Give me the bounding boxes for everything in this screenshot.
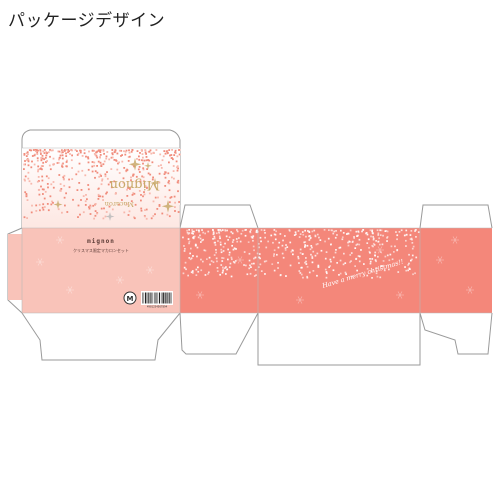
side-bottom-cutline (257, 313, 421, 366)
right-top-cutline (419, 204, 493, 229)
glue-flap (8, 234, 22, 300)
front-tagline-text: クリスマス限定マカロンセット (73, 247, 129, 253)
right-bottom-cutline (419, 312, 493, 355)
recycle-logo-icon: M (123, 291, 137, 305)
barcode-digits: 4901234567894 (147, 305, 168, 309)
lid-brand-text: Mignon (109, 177, 160, 192)
package-dieline: Mignon Macaron mignon クリスマス限定マカロンセット M 4… (7, 129, 493, 366)
bottom-left-cutline (21, 312, 181, 361)
lid-sub-text: Macaron (105, 200, 134, 208)
mid-bottom-cutline (179, 312, 259, 355)
mid-top-cutline (179, 204, 259, 229)
side-panel-right (420, 228, 492, 313)
front-brand-text: mignon (87, 238, 115, 245)
svg-text:M: M (127, 295, 134, 303)
side-panel-left (180, 228, 258, 313)
